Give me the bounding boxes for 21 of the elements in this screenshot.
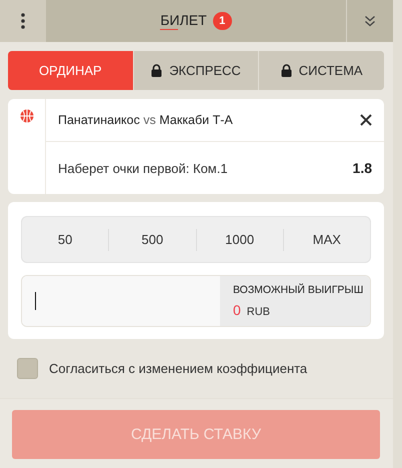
basketball-icon — [20, 109, 34, 123]
quick-amount-button[interactable]: 50 — [22, 228, 108, 250]
market-text: Наберет очки первой: Ком.1 — [58, 160, 228, 176]
menu-icon — [21, 13, 25, 29]
lock-icon — [151, 64, 162, 77]
checkbox-label: Согласиться с изменением коэффициента — [49, 361, 308, 376]
close-icon — [360, 114, 372, 126]
count-badge: 1 — [212, 12, 232, 30]
close-button[interactable] — [360, 114, 372, 126]
menu-button[interactable] — [0, 0, 46, 42]
odds-value: 1.8 — [352, 160, 372, 176]
match-title: Панатинаикос vs Маккаби Т-А — [58, 113, 233, 127]
bet-type-tab[interactable]: ОРДИНАР — [8, 51, 133, 90]
quick-amount-button[interactable]: 1000 — [196, 228, 283, 250]
checkbox[interactable] — [17, 358, 38, 379]
quick-amount-button[interactable]: MAX — [282, 228, 370, 250]
ticket-title: БИЛЕТ — [160, 12, 207, 32]
lock-icon — [280, 64, 292, 77]
quick-amount-button[interactable]: 500 — [108, 228, 196, 250]
bet-type-tab[interactable]: СИСТЕМА — [258, 51, 384, 90]
double-chevron-icon — [364, 15, 376, 27]
